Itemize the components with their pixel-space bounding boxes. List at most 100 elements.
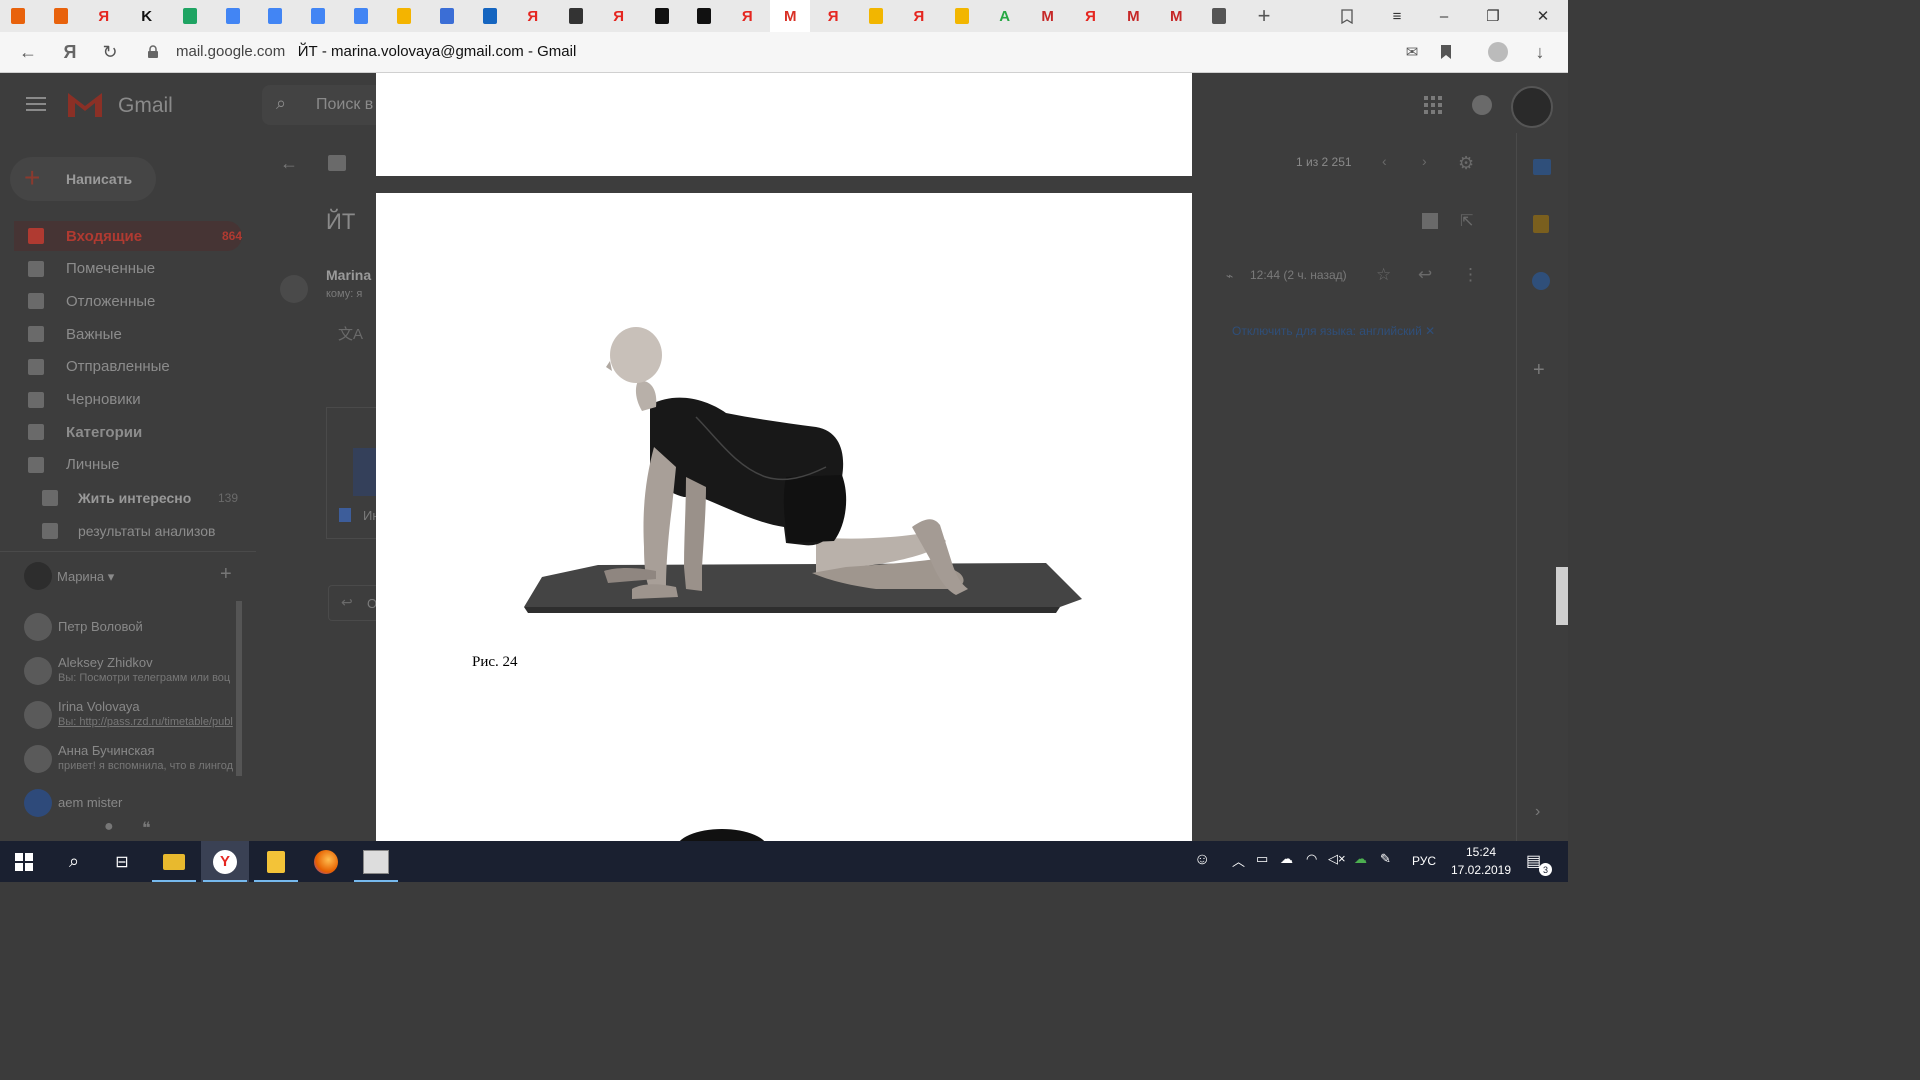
browser-tab[interactable]: [433, 3, 461, 29]
attachment-card[interactable]: Ин: [326, 407, 380, 539]
hangouts-quote-icon[interactable]: ❝: [142, 818, 151, 838]
wifi-icon[interactable]: ◠: [1306, 851, 1317, 867]
contacts-person-icon[interactable]: ●: [104, 818, 114, 836]
browser-tab[interactable]: [176, 3, 204, 29]
tasks-icon[interactable]: [1532, 272, 1550, 290]
onedrive-cloud-icon[interactable]: ☁: [1280, 851, 1293, 867]
calendar-icon[interactable]: [1533, 159, 1551, 175]
open-new-window-icon[interactable]: ⇱: [1460, 211, 1473, 231]
bookmark-icon[interactable]: [1432, 38, 1460, 66]
browser-tab[interactable]: M: [1162, 3, 1190, 29]
people-icon[interactable]: ☺: [1194, 851, 1210, 869]
to-line[interactable]: кому: я: [326, 288, 370, 300]
chat-contact[interactable]: Irina Volovaya Вы: http://pass.rzd.ru/tim…: [22, 699, 237, 735]
show-hidden-icons-chevron-icon[interactable]: ︿: [1232, 851, 1245, 870]
browser-tab[interactable]: M: [770, 0, 811, 32]
print-icon[interactable]: [1422, 213, 1438, 229]
battery-icon[interactable]: ▭: [1256, 851, 1268, 867]
firefox-icon[interactable]: [302, 841, 350, 882]
windows-start-icon[interactable]: [0, 841, 48, 882]
hamburger-menu-icon[interactable]: [26, 97, 46, 111]
close-icon[interactable]: ✕: [1425, 324, 1435, 338]
sidebar-folder[interactable]: Помеченные: [28, 254, 242, 284]
close-window-button[interactable]: ✕: [1520, 0, 1566, 32]
back-to-inbox-icon[interactable]: ←: [280, 153, 298, 174]
task-view-icon[interactable]: ⊟: [98, 841, 146, 882]
browser-tab[interactable]: Я: [733, 3, 761, 29]
downloads-icon[interactable]: ↓: [1526, 38, 1554, 66]
browser-tab[interactable]: [261, 3, 289, 29]
search-bar[interactable]: ⌕ Поиск в: [262, 85, 382, 125]
notifications-bell-icon[interactable]: [1472, 95, 1492, 115]
browser-tab[interactable]: K: [133, 3, 161, 29]
sidebar-folder[interactable]: Важные: [28, 319, 242, 349]
sidebar-sublabel[interactable]: Жить интересно 139: [42, 483, 238, 513]
chat-contact[interactable]: Aleksey Zhidkov Вы: Посмотри телеграмм ил…: [22, 655, 237, 691]
browser-tab[interactable]: [1205, 3, 1233, 29]
account-avatar[interactable]: [1511, 86, 1553, 128]
browser-tab[interactable]: Я: [90, 3, 118, 29]
older-chevron-icon[interactable]: ‹: [1382, 153, 1387, 169]
sidebar-folder[interactable]: Входящие 864: [14, 221, 242, 251]
browser-tab[interactable]: [47, 3, 75, 29]
browser-tab[interactable]: [347, 3, 375, 29]
reload-icon[interactable]: ↻: [96, 38, 124, 66]
url-field[interactable]: mail.google.com ЙТ - marina.volovaya@gma…: [176, 43, 576, 60]
keep-icon[interactable]: [1533, 215, 1549, 233]
sidebar-folder[interactable]: Отправленные: [28, 352, 242, 382]
bookmarks-panel-icon[interactable]: [1324, 0, 1370, 32]
sidebar-folder[interactable]: Черновики: [28, 385, 242, 415]
compose-button[interactable]: + Написать: [10, 157, 156, 201]
browser-tab[interactable]: Я: [1077, 3, 1105, 29]
browser-tab[interactable]: Я: [519, 3, 547, 29]
image-app-icon[interactable]: [352, 841, 400, 882]
back-arrow-icon[interactable]: ←: [14, 38, 42, 66]
browser-tab[interactable]: M: [1034, 3, 1062, 29]
browser-tab[interactable]: A: [991, 3, 1019, 29]
chat-contact[interactable]: Анна Бучинская привет! я вспомнила, что в…: [22, 743, 237, 779]
browser-tab[interactable]: [690, 3, 718, 29]
restore-button[interactable]: ❐: [1470, 0, 1516, 32]
more-vert-icon[interactable]: ⋮: [1462, 265, 1479, 285]
browser-tab[interactable]: [648, 3, 676, 29]
new-tab-button[interactable]: +: [1250, 3, 1278, 29]
settings-gear-icon[interactable]: ⚙: [1458, 153, 1474, 174]
browser-tab[interactable]: [219, 3, 247, 29]
browser-tab[interactable]: [862, 3, 890, 29]
newer-chevron-icon[interactable]: ›: [1422, 153, 1427, 169]
browser-tab[interactable]: Я: [819, 3, 847, 29]
add-addon-plus-icon[interactable]: +: [1533, 359, 1545, 382]
reply-button[interactable]: ↩ О: [328, 585, 377, 621]
browser-tab[interactable]: Я: [605, 3, 633, 29]
browser-tab[interactable]: M: [1119, 3, 1147, 29]
files-app-icon[interactable]: [252, 841, 300, 882]
yandex-home-icon[interactable]: Я: [56, 38, 84, 66]
star-icon[interactable]: ☆: [1376, 265, 1391, 285]
minimize-button[interactable]: –: [1421, 0, 1467, 32]
translate-off-link[interactable]: Отключить для языка: английский ✕: [1232, 324, 1435, 338]
sidebar-folder[interactable]: Категории: [28, 417, 242, 447]
pen-workspace-icon[interactable]: ✎: [1380, 851, 1391, 867]
protect-icon[interactable]: [1484, 38, 1512, 66]
apps-grid-icon[interactable]: [1423, 95, 1443, 115]
sidebar-folder[interactable]: Отложенные: [28, 286, 242, 316]
reply-icon[interactable]: ↩: [1418, 265, 1432, 285]
hangouts-user[interactable]: Марина ▾: [57, 569, 114, 585]
sidebar-folder[interactable]: Личные: [28, 450, 242, 480]
new-chat-plus-icon[interactable]: +: [220, 563, 232, 586]
menu-icon[interactable]: ≡: [1374, 0, 1420, 32]
browser-tab[interactable]: [4, 3, 32, 29]
browser-tab[interactable]: [562, 3, 590, 29]
archive-icon[interactable]: [328, 155, 346, 171]
clock[interactable]: 15:24 17.02.2019: [1446, 845, 1516, 877]
browser-tab[interactable]: [476, 3, 504, 29]
browser-tab[interactable]: [390, 3, 418, 29]
chat-scrollbar[interactable]: [236, 601, 242, 776]
browser-tab[interactable]: [948, 3, 976, 29]
browser-tab[interactable]: [304, 3, 332, 29]
browser-tab[interactable]: Я: [905, 3, 933, 29]
yandex-browser-taskbar-icon[interactable]: Y: [201, 841, 249, 882]
sync-cloud-icon[interactable]: ☁: [1354, 851, 1367, 867]
viewer-scrollbar-thumb[interactable]: [1556, 567, 1568, 625]
search-taskbar-icon[interactable]: ⌕: [50, 841, 98, 882]
